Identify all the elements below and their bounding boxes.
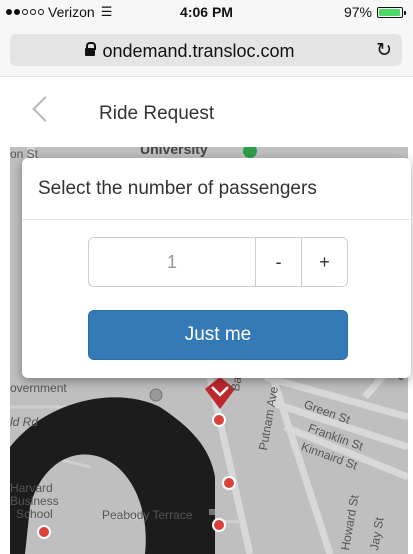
map-label: Peabody Terrace (102, 508, 193, 522)
just-me-button[interactable]: Just me (88, 310, 348, 360)
map-label: Business (10, 494, 59, 508)
battery-percent: 97% (343, 4, 372, 20)
modal-divider (22, 219, 411, 220)
map-label: overnment (10, 381, 67, 395)
back-chevron-icon[interactable] (32, 96, 58, 122)
status-right: 97% (343, 4, 406, 20)
browser-toolbar: ondemand.transloc.com ↻ (0, 24, 413, 77)
passenger-stepper: 1 - + (88, 237, 348, 287)
stop-marker[interactable] (222, 476, 236, 490)
status-bar: Verizon ☰ 4:06 PM 97% (0, 0, 413, 24)
passenger-count-input[interactable]: 1 (89, 238, 256, 286)
map-label: School (16, 507, 53, 521)
lock-icon (85, 42, 97, 56)
stop-marker[interactable] (212, 518, 226, 532)
battery-icon (377, 6, 406, 18)
university-marker-icon[interactable] (243, 147, 257, 158)
passenger-modal: Select the number of passengers 1 - + Ju… (22, 158, 411, 378)
map-label: ld Rd (10, 415, 39, 429)
app-header: Ride Request (0, 77, 413, 147)
battery-fill (379, 8, 401, 16)
increment-button[interactable]: + (302, 238, 347, 286)
modal-title: Select the number of passengers (38, 178, 317, 199)
stop-marker[interactable] (37, 525, 51, 539)
url-text: ondemand.transloc.com (102, 41, 295, 61)
page-title: Ride Request (99, 103, 215, 124)
decrement-button[interactable]: - (256, 238, 302, 286)
address-bar[interactable]: ondemand.transloc.com ↻ (10, 34, 402, 66)
map-label: Harvard (10, 481, 53, 495)
map-label: University (140, 147, 208, 157)
reload-icon[interactable]: ↻ (376, 39, 392, 62)
url-display[interactable]: ondemand.transloc.com (10, 41, 370, 62)
